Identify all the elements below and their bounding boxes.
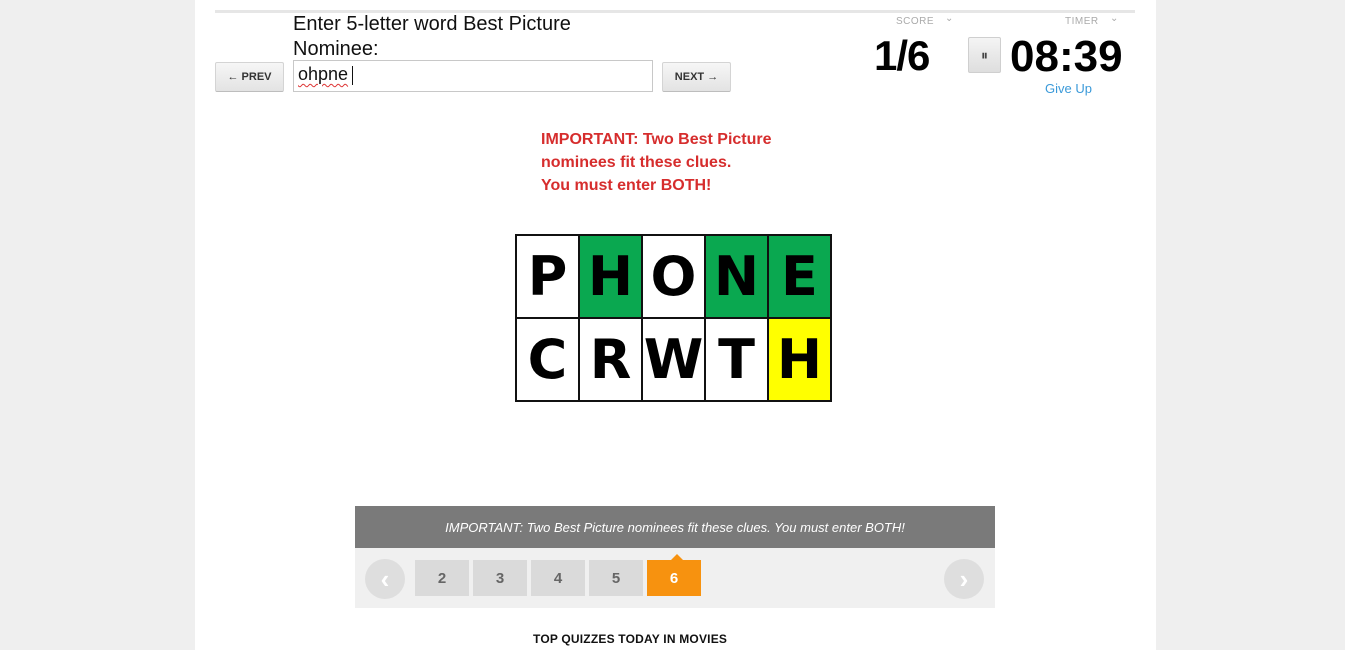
- question-prompt: Enter 5-letter word Best Picture Nominee…: [293, 13, 571, 60]
- grid-row: C R W T H: [515, 317, 832, 402]
- top-quizzes-heading: TOP QUIZZES TODAY IN MOVIES: [533, 632, 728, 646]
- grid-cell: E: [767, 234, 832, 319]
- notice-line-2: nominees fit these clues.: [541, 154, 732, 171]
- answer-input[interactable]: ohpne: [293, 60, 653, 92]
- score-label: SCORE: [896, 16, 935, 27]
- grid-row: P H O N E: [515, 234, 832, 319]
- timer-label: TIMER: [1065, 16, 1099, 27]
- timer-chevron-down-icon[interactable]: ⌄: [1110, 13, 1118, 24]
- chevron-left-icon: ‹: [380, 563, 390, 594]
- page-button-4[interactable]: 4: [531, 560, 585, 596]
- grid-cell: O: [641, 234, 706, 319]
- pause-icon: ⏸: [981, 46, 988, 63]
- grid-cell: N: [704, 234, 769, 319]
- pager-prev-button[interactable]: ‹: [365, 559, 405, 599]
- page-button-5[interactable]: 5: [589, 560, 643, 596]
- important-notice: IMPORTANT: Two Best Picture nominees fit…: [541, 128, 841, 197]
- clue-grid: P H O N E C R W T H: [515, 234, 832, 402]
- question-pager: ‹ 2 3 4 5 6 ›: [355, 548, 995, 608]
- score-chevron-down-icon[interactable]: ⌄: [945, 13, 953, 24]
- page-button-2[interactable]: 2: [415, 560, 469, 596]
- pause-button[interactable]: ⏸: [968, 37, 1001, 73]
- text-caret: [352, 65, 354, 85]
- quiz-page: Enter 5-letter word Best Picture Nominee…: [195, 0, 1156, 650]
- timer-value: 08:39: [1010, 32, 1123, 81]
- grid-cell: H: [578, 234, 643, 319]
- score-value: 1/6: [874, 32, 930, 79]
- grid-cell: H: [767, 317, 832, 402]
- grid-cell: W: [641, 317, 706, 402]
- give-up-link[interactable]: Give Up: [1045, 81, 1092, 96]
- grid-cell: P: [515, 234, 580, 319]
- next-button[interactable]: NEXT →: [662, 62, 731, 92]
- page-button-6[interactable]: 6: [647, 560, 701, 596]
- pager-next-button[interactable]: ›: [944, 559, 984, 599]
- answer-text: ohpne: [298, 64, 349, 84]
- grid-cell: T: [704, 317, 769, 402]
- page-button-3[interactable]: 3: [473, 560, 527, 596]
- grid-cell: R: [578, 317, 643, 402]
- prev-button[interactable]: ← PREV: [215, 62, 284, 92]
- clue-bar: IMPORTANT: Two Best Picture nominees fit…: [355, 506, 995, 548]
- notice-line-1: IMPORTANT: Two Best Picture: [541, 131, 772, 148]
- grid-cell: C: [515, 317, 580, 402]
- notice-line-3: You must enter BOTH!: [541, 177, 712, 194]
- chevron-right-icon: ›: [959, 563, 969, 594]
